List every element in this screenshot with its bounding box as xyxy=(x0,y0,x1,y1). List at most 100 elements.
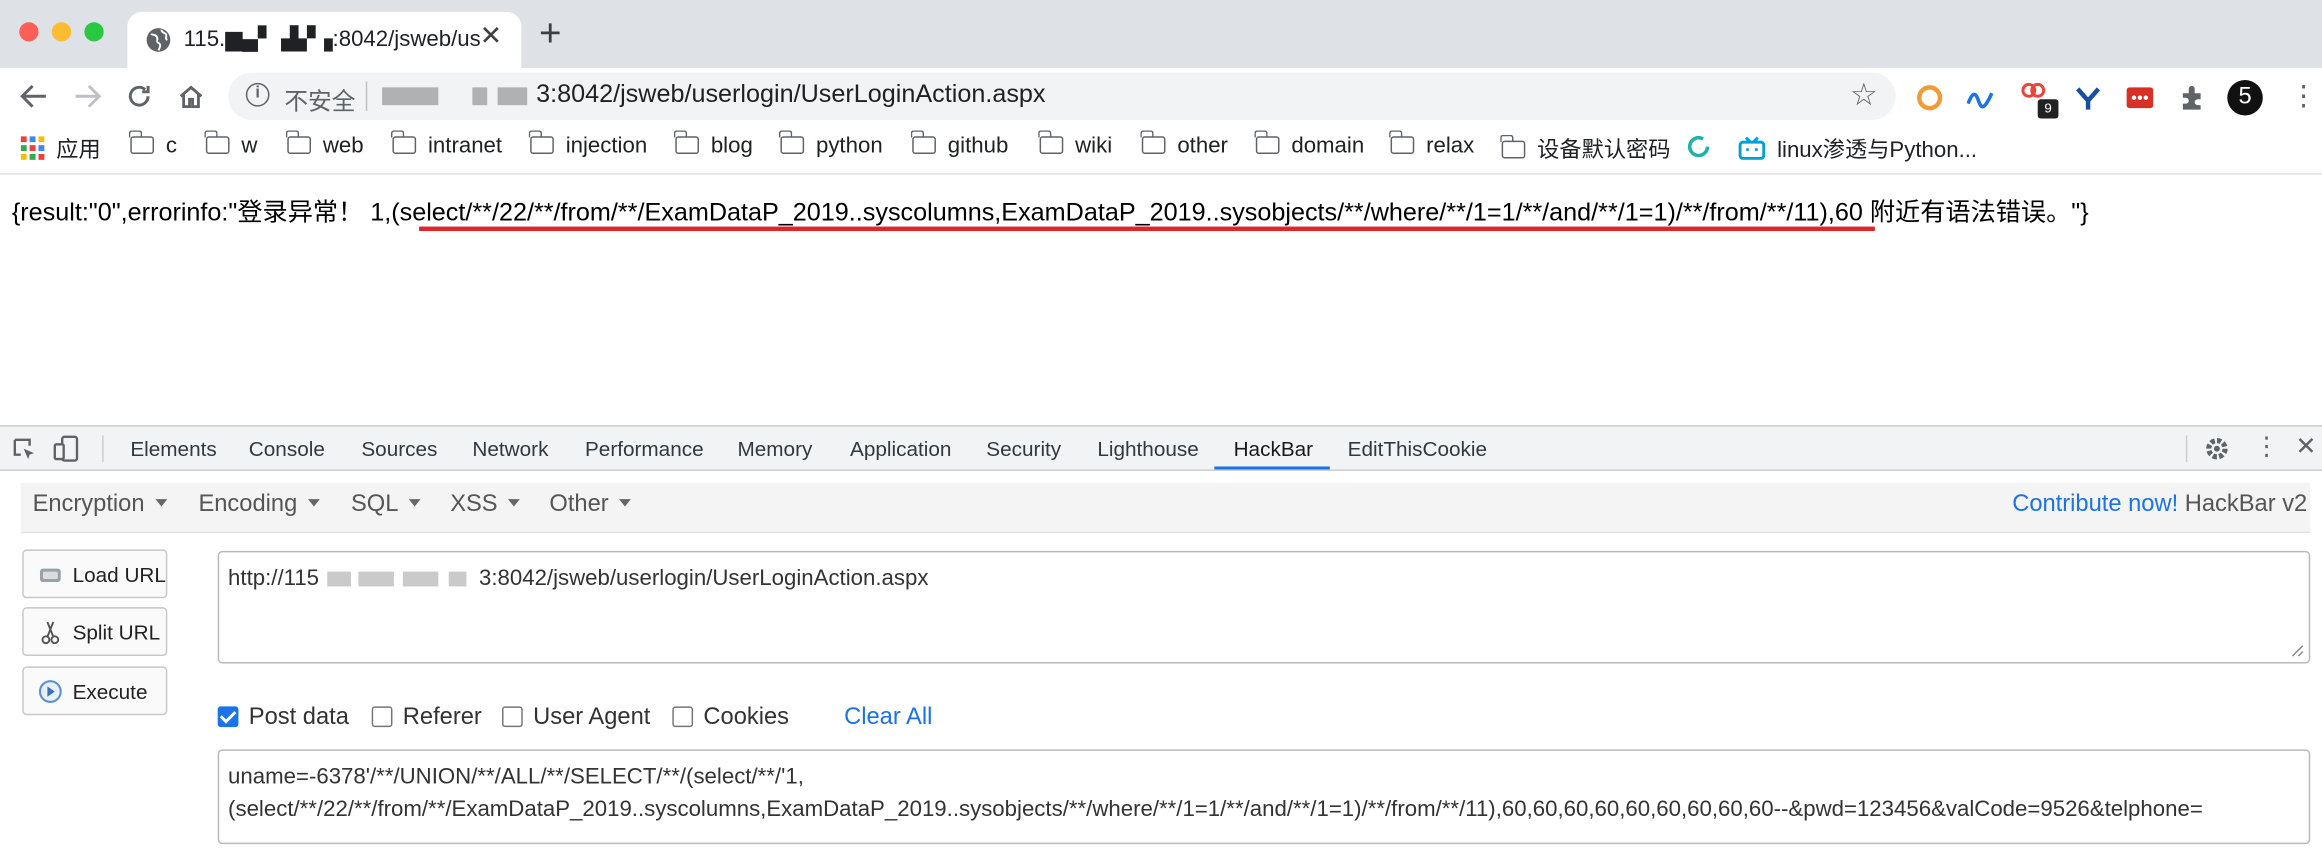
y-extension-icon[interactable] xyxy=(2075,84,2102,111)
window-maximize-button[interactable] xyxy=(84,22,104,42)
folder-icon xyxy=(390,130,417,155)
bookmark-folder-intranet[interactable]: intranet xyxy=(390,130,503,166)
profile-avatar[interactable]: 5 xyxy=(2227,79,2263,116)
page-content: {result:"0",errorinfo:"登录异常！ 1,(select/*… xyxy=(0,174,2322,424)
url-textarea[interactable]: http://115 3:8042/jsweb/userlogin/UserLog… xyxy=(217,550,2311,664)
red-dots-extension-icon[interactable] xyxy=(2126,84,2154,111)
cookies-checkbox[interactable] xyxy=(672,706,694,728)
option-label: Referer xyxy=(402,704,482,731)
window-minimize-button[interactable] xyxy=(51,22,72,42)
address-bar[interactable]: i 不安全 3:8042/jsweb/userlogin/UserLoginAc… xyxy=(228,72,1896,120)
wave-extension-icon[interactable] xyxy=(1966,84,1994,111)
bookmark-label: github xyxy=(947,133,1009,159)
bookmark-folder-wiki[interactable]: wiki xyxy=(1038,130,1112,166)
orange-circle-extension-icon[interactable] xyxy=(1916,84,1943,111)
devtools-close-icon[interactable]: ✕ xyxy=(2295,432,2316,462)
cookies-option[interactable]: Cookies xyxy=(672,705,789,732)
browser-menu-icon[interactable]: ⋮ xyxy=(2289,80,2317,114)
bookmark-folder-github[interactable]: github xyxy=(910,130,1009,166)
bookmark-folder-device-passwords[interactable]: 设备默认密码 xyxy=(1500,133,1670,166)
bookmark-refresh-site[interactable] xyxy=(1685,133,1712,166)
tab-hackbar[interactable]: HackBar xyxy=(1234,437,1314,461)
folder-icon xyxy=(1038,130,1064,155)
window-close-button[interactable] xyxy=(19,22,39,42)
referer-checkbox[interactable] xyxy=(371,706,393,728)
url-prefix: http://115 xyxy=(228,565,320,591)
bookmark-folder-python[interactable]: python xyxy=(778,130,883,166)
tab-network[interactable]: Network xyxy=(472,437,548,461)
menu-encryption[interactable]: Encryption xyxy=(33,492,167,519)
contribute-link[interactable]: Contribute now! xyxy=(2012,492,2178,517)
tab-memory[interactable]: Memory xyxy=(737,437,812,461)
bookmark-folder-blog[interactable]: blog xyxy=(673,130,753,166)
caret-down-icon xyxy=(408,499,421,507)
folder-icon xyxy=(285,130,311,155)
security-label[interactable]: 不安全 xyxy=(284,81,355,117)
puzzle-extensions-icon[interactable] xyxy=(2178,84,2205,111)
split-url-button[interactable]: Split URL xyxy=(22,607,168,657)
bookmark-linux-python[interactable]: linux渗透与Python... xyxy=(1738,133,1977,166)
address-separator xyxy=(365,81,368,112)
bookmark-folder-c[interactable]: c xyxy=(128,130,177,166)
tab-title: 115.▆▄▘ ▟▞▗:8042/jsweb/us xyxy=(183,26,480,52)
forward-arrow-icon[interactable] xyxy=(73,83,103,110)
bookmark-label: blog xyxy=(710,133,753,159)
folder-icon xyxy=(1254,130,1280,155)
resize-grip-icon[interactable] xyxy=(2291,644,2304,657)
device-toolbar-icon[interactable] xyxy=(53,435,83,462)
bookmark-folder-relax[interactable]: relax xyxy=(1389,130,1474,166)
response-text: {result:"0",errorinfo:"登录异常！ 1,(select/*… xyxy=(11,198,2089,227)
tab-security[interactable]: Security xyxy=(986,437,1061,461)
folder-icon xyxy=(910,130,936,155)
browser-tab[interactable]: 115.▆▄▘ ▟▞▗:8042/jsweb/us ✕ xyxy=(127,11,522,69)
bookmark-apps[interactable]: 应用 xyxy=(20,133,101,166)
url-text[interactable]: 3:8042/jsweb/userlogin/UserLoginAction.a… xyxy=(536,80,1045,110)
browser-toolbar: i 不安全 3:8042/jsweb/userlogin/UserLoginAc… xyxy=(0,68,2322,125)
user-agent-option[interactable]: User Agent xyxy=(502,705,650,732)
post-data-checkbox[interactable] xyxy=(217,706,239,728)
devtools-settings-gear-icon[interactable] xyxy=(2204,435,2231,462)
scissors-icon xyxy=(41,621,60,645)
bookmark-folder-web[interactable]: web xyxy=(285,130,364,166)
user-agent-checkbox[interactable] xyxy=(502,706,523,728)
bookmark-folder-other[interactable]: other xyxy=(1140,130,1228,166)
post-data-textarea[interactable]: uname=-6378'/**/UNION/**/ALL/**/SELECT/*… xyxy=(217,749,2311,845)
redacted-ip-block xyxy=(382,87,439,106)
tab-elements[interactable]: Elements xyxy=(130,437,216,461)
home-icon[interactable] xyxy=(176,81,206,111)
toolbar-divider xyxy=(102,435,104,463)
menu-xss[interactable]: XSS xyxy=(450,492,520,519)
green-refresh-icon xyxy=(1687,135,1710,158)
bookmark-folder-domain[interactable]: domain xyxy=(1254,130,1364,166)
menu-sql[interactable]: SQL xyxy=(351,492,421,519)
devtools-menu-icon[interactable]: ⋮ xyxy=(2254,432,2279,462)
reload-icon[interactable] xyxy=(124,81,154,111)
menu-label: Encoding xyxy=(198,491,298,517)
new-tab-button[interactable]: + xyxy=(539,13,561,52)
inspect-element-icon[interactable] xyxy=(12,437,37,462)
load-url-button[interactable]: Load URL xyxy=(22,549,168,599)
menu-encoding[interactable]: Encoding xyxy=(198,491,320,519)
bookmark-label: c xyxy=(165,133,177,159)
tab-editthiscookie[interactable]: EditThisCookie xyxy=(1348,437,1487,461)
back-arrow-icon[interactable] xyxy=(19,83,49,110)
info-icon[interactable]: i xyxy=(245,82,270,107)
post-data-line-2: (select/**/22/**/from/**/ExamDataP_2019.… xyxy=(228,796,2203,822)
bookmark-label: intranet xyxy=(427,133,503,159)
execute-button[interactable]: Execute xyxy=(22,666,168,716)
tab-application[interactable]: Application xyxy=(850,437,951,461)
tab-close-icon[interactable]: ✕ xyxy=(480,21,502,52)
referer-option[interactable]: Referer xyxy=(371,704,482,732)
post-data-option[interactable]: Post data xyxy=(217,705,349,732)
tab-performance[interactable]: Performance xyxy=(585,437,704,461)
red-underline-annotation xyxy=(419,226,1875,232)
tab-lighthouse[interactable]: Lighthouse xyxy=(1097,437,1198,461)
bookmark-star-icon[interactable]: ☆ xyxy=(1850,77,1878,114)
tab-console[interactable]: Console xyxy=(249,437,325,461)
clear-all-link[interactable]: Clear All xyxy=(844,705,932,732)
bookmark-folder-injection[interactable]: injection xyxy=(528,130,647,166)
hackbar-version: HackBar v2 xyxy=(2184,491,2308,517)
tab-sources[interactable]: Sources xyxy=(361,437,437,461)
menu-other[interactable]: Other xyxy=(549,492,631,519)
bookmark-folder-w[interactable]: w xyxy=(204,130,257,166)
